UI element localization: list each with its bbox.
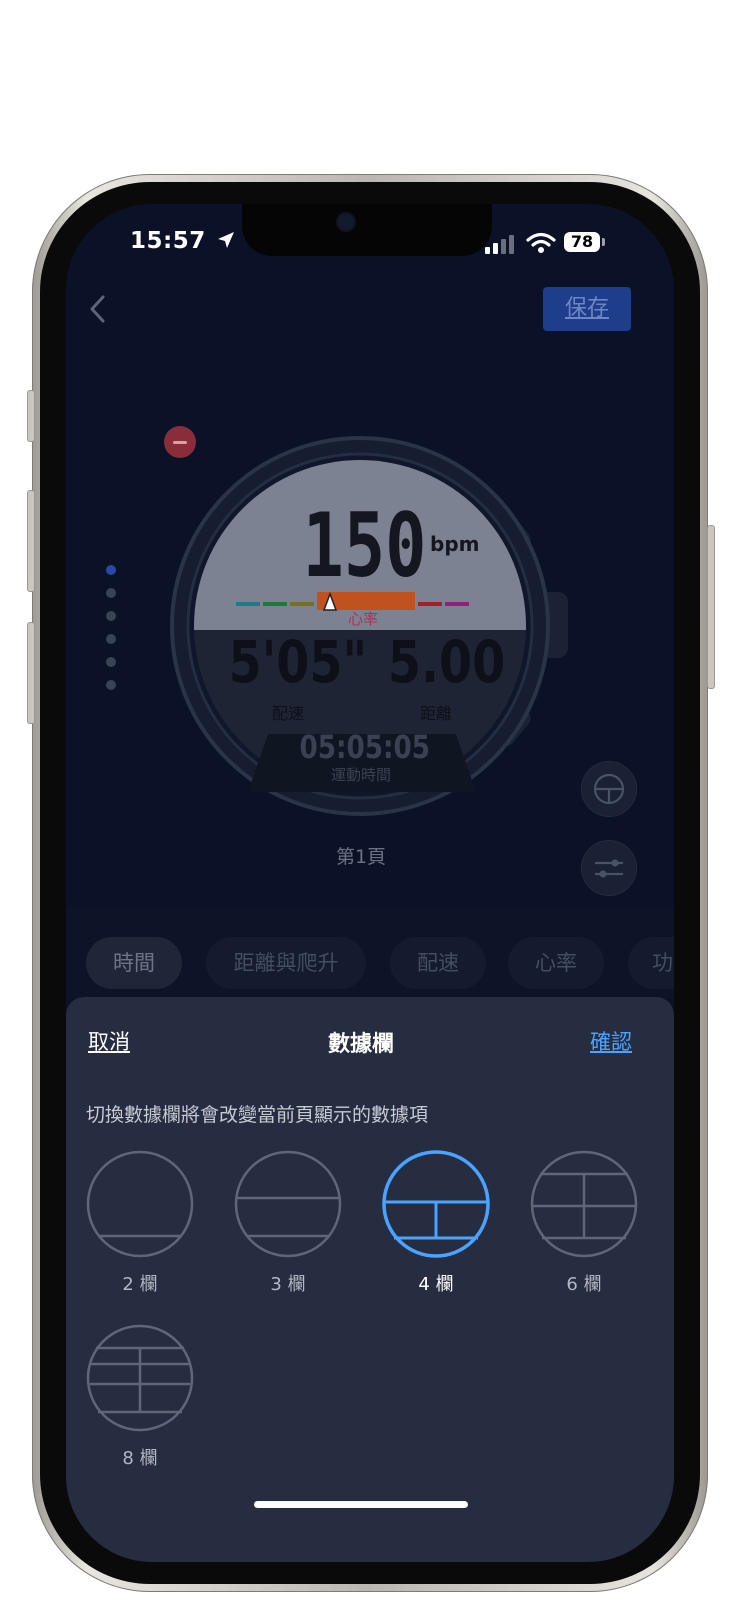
tab-power[interactable]: 功 — [628, 937, 674, 989]
tab-time[interactable]: 時間 — [86, 937, 182, 989]
layout-option-8-label: 8 欄 — [122, 1448, 158, 1469]
layout-option-2-label: 2 欄 — [122, 1274, 158, 1295]
pace-label: 配速 — [271, 704, 304, 723]
back-chevron-icon[interactable] — [88, 294, 108, 324]
distance-label: 距離 — [419, 704, 452, 723]
watch-face-layout-button[interactable] — [581, 761, 637, 817]
heart-rate-value: 150 — [302, 494, 427, 597]
battery-icon: 78 — [564, 232, 600, 252]
distance-value: 5.00 — [387, 628, 506, 696]
duration-value: 05:05:05 — [299, 728, 431, 766]
heart-rate-label: 心率 — [347, 610, 378, 628]
tab-distance-elevation[interactable]: 距離與爬升 — [206, 937, 366, 989]
sheet-description: 切換數據欄將會改變當前頁顯示的數據項 — [86, 1104, 429, 1126]
page-dot-2[interactable] — [106, 588, 116, 598]
heart-rate-unit: bpm — [430, 532, 480, 556]
app-screen: 15:57 78 保存 150 bpm 心率 5'05" 配速 5.00 距離 … — [66, 204, 674, 1562]
page-dot-6[interactable] — [106, 680, 116, 690]
page-dot-1[interactable] — [106, 565, 116, 575]
layout-option-2[interactable] — [86, 1148, 194, 1260]
data-settings-button[interactable] — [581, 840, 637, 896]
location-arrow-icon — [218, 232, 235, 248]
phone-volume-down — [27, 622, 35, 724]
sheet-title: 數據欄 — [327, 1032, 394, 1057]
signal-icon — [485, 235, 514, 254]
layout-option-3[interactable] — [234, 1148, 342, 1260]
save-button[interactable]: 保存 — [543, 287, 631, 331]
layout-option-6-label: 6 欄 — [566, 1274, 602, 1295]
status-time-text: 15:57 — [130, 228, 206, 254]
front-camera — [336, 212, 356, 232]
layout-option-4-selected[interactable] — [382, 1148, 490, 1260]
battery-tip — [602, 238, 605, 246]
page-dot-4[interactable] — [106, 634, 116, 644]
confirm-button[interactable]: 確認 — [590, 1026, 632, 1056]
layout-option-3-label: 3 欄 — [270, 1274, 306, 1295]
home-indicator[interactable] — [254, 1501, 468, 1508]
wifi-icon — [526, 232, 556, 253]
layout-option-6[interactable] — [530, 1148, 638, 1260]
notch — [242, 204, 492, 256]
tab-pace[interactable]: 配速 — [390, 937, 486, 989]
duration-label: 運動時間 — [330, 766, 391, 784]
page-dot-5[interactable] — [106, 657, 116, 667]
phone-volume-up — [27, 490, 35, 592]
phone-silent-switch — [27, 390, 35, 442]
tab-heart-rate[interactable]: 心率 — [508, 937, 604, 989]
phone-power-button — [707, 525, 715, 689]
layout-option-8[interactable] — [86, 1322, 194, 1434]
status-time: 15:57 — [130, 228, 236, 254]
page-label: 第1頁 — [335, 846, 387, 868]
watch-face-layout-icon — [593, 773, 625, 805]
page-dot-3[interactable] — [106, 611, 116, 621]
layout-option-4-label: 4 欄 — [418, 1274, 454, 1295]
sliders-icon — [595, 859, 623, 878]
pace-value: 5'05" — [228, 628, 368, 696]
